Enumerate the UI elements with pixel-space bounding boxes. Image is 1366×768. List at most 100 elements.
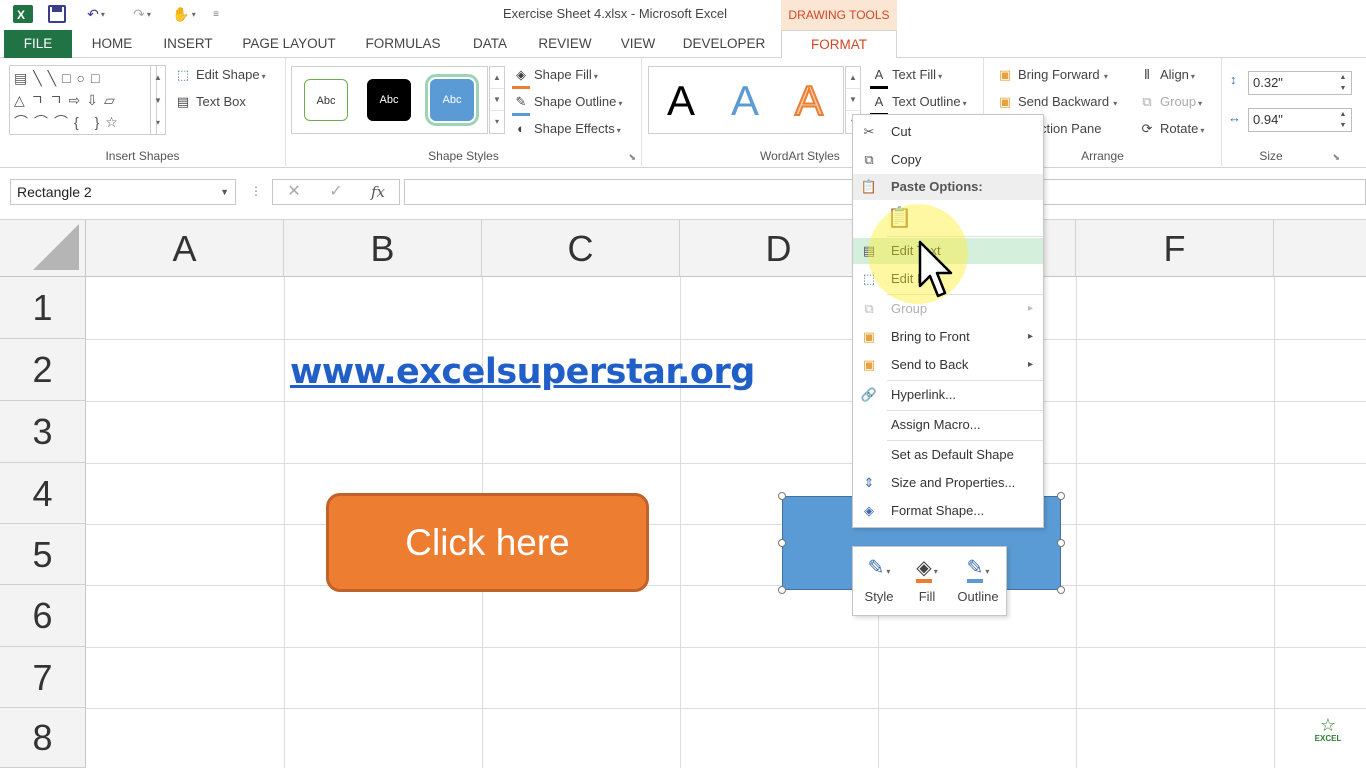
window-title: Exercise Sheet 4.xlsx - Microsoft Excel	[503, 6, 727, 21]
column-header-f[interactable]: F	[1076, 220, 1274, 277]
row-header-2[interactable]: 2	[0, 339, 86, 401]
row-header-5[interactable]: 5	[0, 524, 86, 585]
name-box-value: Rectangle 2	[17, 184, 92, 200]
shapes-row-1[interactable]: ▤╲╲□○□	[14, 67, 154, 89]
tab-data[interactable]: DATA	[462, 30, 518, 58]
mouse-cursor-icon	[918, 240, 954, 303]
select-all-corner[interactable]	[0, 220, 86, 277]
name-box[interactable]: Rectangle 2 ▼	[10, 179, 236, 205]
text-fill-button[interactable]: A Text Fill ▾	[870, 64, 942, 89]
enter-icon[interactable]: ✓	[315, 180, 357, 204]
tab-page-layout[interactable]: PAGE LAYOUT	[234, 30, 344, 58]
text-fill-icon: A	[870, 64, 888, 89]
resize-handle[interactable]	[778, 586, 786, 594]
resize-handle[interactable]	[1057, 539, 1065, 547]
shapes-gallery[interactable]: ▤╲╲□○□ △ㄱㄱ⇨⇩▱ ⌒⌒⌒{ }☆	[9, 65, 157, 135]
width-spinner[interactable]: ▲ ▼	[1335, 109, 1351, 131]
shape-styles-launcher-icon[interactable]: ⬊	[628, 152, 636, 163]
shape-styles-scroll[interactable]: ▲ ▼ ▾	[489, 66, 505, 134]
tab-home[interactable]: HOME	[80, 30, 144, 58]
wordart-orange[interactable]: A	[779, 71, 839, 131]
wordart-gallery[interactable]: A A A	[648, 66, 844, 134]
column-header-a[interactable]: A	[86, 220, 284, 277]
style-swatch-outline[interactable]: Abc	[304, 79, 348, 121]
text-box-button[interactable]: ▤ Text Box	[174, 91, 246, 113]
resize-handle[interactable]	[778, 539, 786, 547]
text-outline-button[interactable]: A Text Outline ▾	[870, 91, 967, 116]
shape-styles-gallery[interactable]: Abc Abc Abc	[291, 66, 488, 134]
rotate-button[interactable]: ⟳ Rotate ▾	[1138, 118, 1205, 140]
wordart-black[interactable]: A	[651, 71, 711, 131]
tab-formulas[interactable]: FORMULAS	[358, 30, 448, 58]
cancel-icon[interactable]: ✕	[273, 180, 315, 204]
edit-shape-button[interactable]: ⬚ Edit Shape ▾	[174, 64, 266, 86]
row-header-3[interactable]: 3	[0, 401, 86, 463]
fill-button[interactable]: ◈ ▾ Fill	[903, 553, 951, 613]
bring-forward-button[interactable]: ▣ Bring Forward ▾	[996, 64, 1108, 86]
menu-item-assign-macro[interactable]: Assign Macro...	[853, 412, 1043, 438]
resize-handle[interactable]	[1057, 492, 1065, 500]
formula-bar: Rectangle 2 ▼ ⋮ ✕ ✓ fx	[0, 168, 1366, 220]
width-icon: ↔	[1228, 110, 1241, 125]
column-header-b[interactable]: B	[284, 220, 482, 277]
menu-item-send-to-back[interactable]: ▣ Send to Back ▸	[853, 352, 1043, 378]
fill-label: Fill	[918, 589, 936, 604]
row-header-1[interactable]: 1	[0, 277, 86, 339]
send-backward-button[interactable]: ▣ Send Backward ▾	[996, 91, 1117, 113]
selection-pane-button[interactable]: ction Pane	[1040, 118, 1101, 140]
worksheet-grid: A B C D E F 1 2 3 4 5 6 7 8 www.excelsup…	[0, 220, 1366, 768]
style-button[interactable]: ✎ ▾ Style	[855, 553, 903, 613]
more-options-icon[interactable]: ⋮	[250, 184, 262, 198]
tab-format[interactable]: FORMAT	[781, 30, 897, 59]
row-header-7[interactable]: 7	[0, 647, 86, 708]
shape-effects-button[interactable]: ◐ Shape Effects ▾	[512, 118, 621, 140]
style-swatch-blue[interactable]: Abc	[425, 74, 479, 126]
tab-view[interactable]: VIEW	[612, 30, 664, 58]
text-box-icon: ▤	[176, 94, 190, 109]
text-fill-label: Text Fill	[892, 67, 937, 82]
row-header-4[interactable]: 4	[0, 463, 86, 524]
group-icon: ⧉	[864, 301, 874, 316]
row-header-6[interactable]: 6	[0, 585, 86, 647]
outline-pen-icon: ✎ ▾	[951, 553, 1005, 583]
column-header-g-partial[interactable]	[1274, 220, 1366, 277]
menu-item-set-default-shape[interactable]: Set as Default Shape	[853, 442, 1043, 468]
align-button[interactable]: ⫴ Align ▾	[1138, 64, 1195, 86]
text-box-label: Text Box	[196, 94, 246, 109]
menu-item-copy[interactable]: ⧉ Copy	[853, 147, 1043, 173]
shapes-row-3[interactable]: ⌒⌒⌒{ }☆	[14, 111, 154, 133]
shape-width-input[interactable]: 0.94" ▲ ▼	[1248, 108, 1352, 132]
insert-function-icon[interactable]: fx	[357, 180, 399, 204]
resize-handle[interactable]	[1057, 586, 1065, 594]
chevron-down-icon[interactable]: ▼	[220, 180, 229, 204]
group-button[interactable]: ⧉ Group ▾	[1138, 91, 1202, 113]
tab-insert[interactable]: INSERT	[156, 30, 220, 58]
shapes-gallery-scroll[interactable]: ▲ ▼ ▾	[150, 65, 166, 135]
group-label: Group	[1160, 94, 1197, 109]
tab-developer[interactable]: DEVELOPER	[678, 30, 770, 58]
tab-review[interactable]: REVIEW	[532, 30, 598, 58]
style-swatch-black[interactable]: Abc	[367, 79, 411, 121]
menu-item-format-shape[interactable]: ◈ Format Shape...	[853, 498, 1043, 524]
shape-height-input[interactable]: 0.32" ▲ ▼	[1248, 71, 1352, 95]
wordart-blue[interactable]: A	[715, 71, 775, 131]
shape-styles-label: Shape Styles	[428, 149, 499, 163]
size-launcher-icon[interactable]: ⬊	[1332, 152, 1340, 163]
tab-file[interactable]: FILE	[4, 30, 72, 58]
menu-item-bring-to-front[interactable]: ▣ Bring to Front ▸	[853, 324, 1043, 350]
click-here-shape[interactable]: Click here	[326, 493, 649, 592]
hyperlink-cell-b2[interactable]: www.excelsuperstar.org	[290, 352, 755, 392]
menu-item-cut[interactable]: ✂ Cut	[853, 119, 1043, 145]
shape-fill-button[interactable]: ◈ Shape Fill ▾	[512, 64, 598, 89]
shape-outline-button[interactable]: ✎ Shape Outline ▾	[512, 91, 622, 116]
column-header-c[interactable]: C	[482, 220, 680, 277]
bring-forward-icon: ▣	[998, 67, 1012, 82]
outline-button[interactable]: ✎ ▾ Outline	[951, 553, 1005, 613]
column-header-d[interactable]: D	[680, 220, 878, 277]
resize-handle[interactable]	[778, 492, 786, 500]
row-header-8[interactable]: 8	[0, 708, 86, 768]
menu-item-hyperlink[interactable]: 🔗 Hyperlink...	[853, 382, 1043, 408]
shapes-row-2[interactable]: △ㄱㄱ⇨⇩▱	[14, 89, 154, 111]
height-spinner[interactable]: ▲ ▼	[1335, 72, 1351, 94]
menu-item-size-properties[interactable]: ⇕ Size and Properties...	[853, 470, 1043, 496]
